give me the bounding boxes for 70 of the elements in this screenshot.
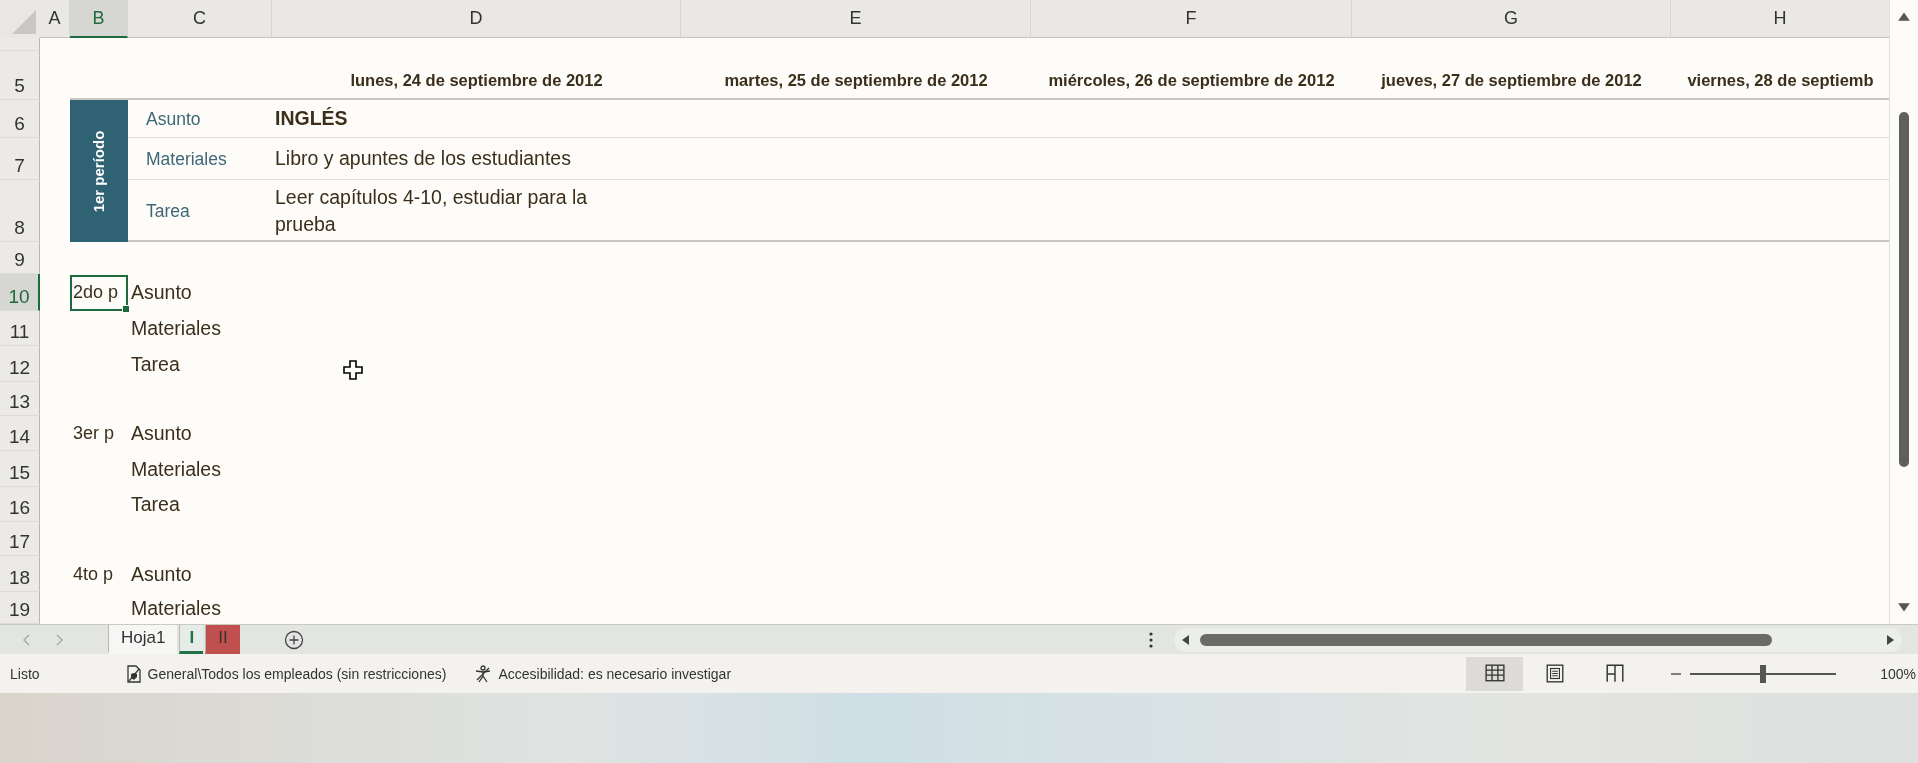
row-header[interactable]: 17 — [0, 522, 40, 556]
accessibility-icon[interactable] — [474, 664, 493, 683]
row-header[interactable]: 9 — [0, 242, 40, 274]
date-header: martes, 25 de septiembre de 2012 — [724, 71, 988, 90]
normal-view-icon — [1484, 664, 1505, 683]
field-label: Materiales — [146, 148, 227, 170]
column-header[interactable]: E — [681, 0, 1031, 38]
field-label: Materiales — [130, 457, 221, 481]
column-header[interactable]: C — [128, 0, 272, 38]
row-header[interactable]: 12 — [0, 346, 40, 382]
row-header[interactable]: 8 — [0, 180, 40, 242]
page-layout-icon — [1544, 664, 1565, 683]
view-button[interactable] — [1466, 656, 1524, 691]
column-header[interactable]: A — [40, 0, 70, 38]
column-header[interactable]: D — [272, 0, 681, 38]
status-text: Listo — [10, 665, 40, 682]
column-header[interactable]: B — [70, 0, 128, 38]
field-label: Tarea — [146, 200, 190, 222]
period-label[interactable]: 3er p — [70, 415, 128, 452]
zoom-slider[interactable] — [1690, 664, 1837, 683]
field-label: Asunto — [130, 562, 192, 586]
field-value: INGLÉS — [275, 106, 348, 132]
column-header[interactable]: G — [1352, 0, 1671, 38]
row-header[interactable]: 15 — [0, 451, 40, 487]
field-label: Materiales — [130, 596, 221, 620]
field-label: Asunto — [130, 422, 192, 445]
date-header: jueves, 27 de septiembre de 2012 — [1381, 71, 1642, 90]
more-options-icon[interactable] — [1148, 630, 1154, 649]
field-label: Tarea — [130, 493, 180, 516]
horizontal-scrollbar[interactable] — [1174, 627, 1902, 652]
scroll-down-arrow[interactable] — [1897, 602, 1911, 614]
field-value: Leer capítulos 4-10, estudiar para la prueba — [275, 184, 589, 237]
date-header: viernes, 28 de septiemb — [1687, 71, 1874, 90]
row-header[interactable]: 14 — [0, 416, 40, 451]
active-cell[interactable]: 2do p — [70, 274, 128, 311]
cursor-icon — [343, 360, 363, 380]
scroll-up-arrow[interactable] — [1897, 10, 1911, 22]
field-label: Tarea — [130, 352, 180, 376]
field-label: Asunto — [146, 108, 201, 130]
scroll-right-arrow[interactable] — [1886, 633, 1896, 646]
zoom-level[interactable]: 100% — [1880, 665, 1916, 682]
row-header[interactable]: 7 — [0, 138, 40, 180]
sheet-tab[interactable]: I — [179, 625, 204, 654]
field-label: Materiales — [130, 317, 221, 340]
row-header[interactable]: 11 — [0, 311, 40, 346]
scrollbar-thumb[interactable] — [1200, 633, 1772, 646]
accessibility-status[interactable]: Accesibilidad: es necesario investigar — [498, 665, 732, 682]
row-header[interactable]: 6 — [0, 100, 40, 138]
column-header[interactable]: F — [1031, 0, 1352, 38]
add-sheet-icon[interactable] — [283, 629, 304, 650]
sheet-tab[interactable]: Hoja1 — [108, 625, 178, 654]
zoom-slider-thumb[interactable] — [1760, 664, 1767, 683]
date-header: miércoles, 26 de septiembre de 2012 — [1048, 71, 1335, 90]
period-label: 1er período — [90, 130, 108, 212]
scrollbar-thumb[interactable] — [1899, 112, 1909, 467]
row-header[interactable]: 18 — [0, 556, 40, 592]
column-header[interactable]: H — [1671, 0, 1889, 38]
row-header[interactable]: 19 — [0, 592, 40, 624]
field-value: Libro y apuntes de los estudiantes — [275, 146, 571, 172]
scroll-left-arrow[interactable] — [1180, 633, 1190, 646]
field-label: Asunto — [130, 281, 192, 304]
period-label[interactable]: 4to p — [70, 556, 128, 592]
page-break-icon — [1604, 664, 1625, 683]
row-header[interactable]: 13 — [0, 382, 40, 416]
sensitivity-label[interactable]: General\Todos los empleados (sin restricciones) — [147, 665, 447, 682]
row-header[interactable]: 10 — [0, 274, 40, 311]
date-header: lunes, 24 de septiembre de 2012 — [350, 71, 603, 90]
row-header[interactable]: 5 — [0, 51, 40, 100]
document-shield-icon[interactable] — [125, 664, 142, 683]
row-header[interactable]: 16 — [0, 487, 40, 522]
